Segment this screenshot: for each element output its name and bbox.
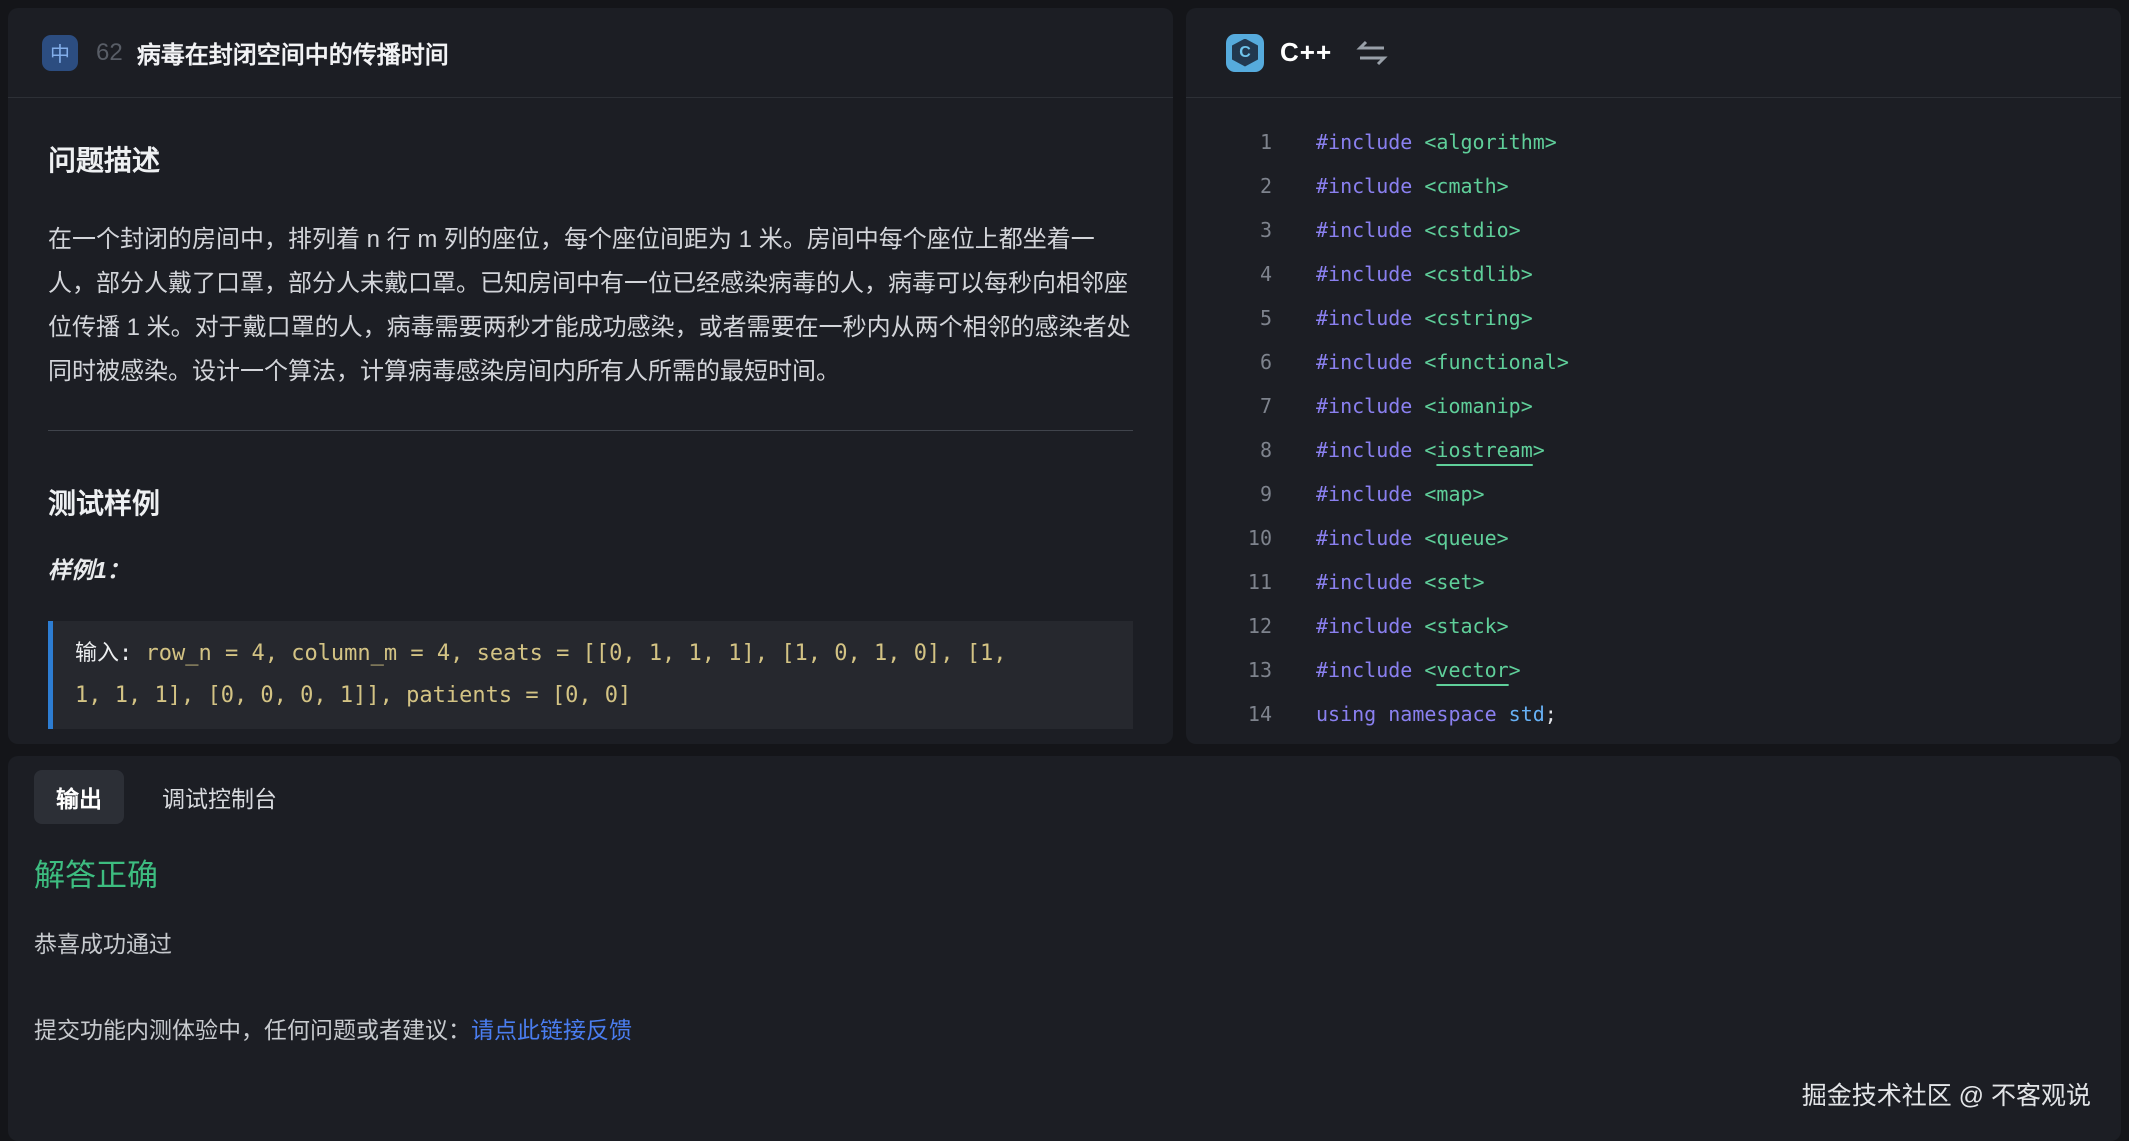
code-text: #include <vector>	[1316, 658, 1521, 682]
code-lines: 1 #include <algorithm> 2 #include <cmath> 3 #…	[1186, 120, 2121, 736]
code-text: #include <algorithm>	[1316, 130, 1557, 154]
cpp-hexagon-icon: C	[1232, 39, 1258, 67]
code-line[interactable]: 5 #include <cstring>	[1186, 296, 2121, 340]
line-number: 12	[1186, 614, 1272, 638]
result-title: 解答正确	[34, 850, 2095, 895]
code-line[interactable]: 13 #include <vector>	[1186, 648, 2121, 692]
examples-heading: 测试样例	[48, 487, 1133, 521]
description-text: 在一个封闭的房间中，排列着 n 行 m 列的座位，每个座位间距为 1 米。房间中…	[48, 218, 1133, 394]
tab-output[interactable]: 输出	[34, 770, 124, 824]
example-input-code: 1, 1, 1], [0, 0, 0, 1]], patients = [0, …	[75, 683, 631, 708]
result-subtitle: 恭喜成功通过	[34, 925, 2095, 959]
problem-number: 62	[96, 39, 123, 67]
code-editor[interactable]: 1 #include <algorithm> 2 #include <cmath> 3 #…	[1186, 98, 2121, 736]
language-label: C++	[1280, 37, 1332, 68]
code-line[interactable]: 8 #include <iostream>	[1186, 428, 2121, 472]
line-number: 5	[1186, 306, 1272, 330]
editor-panel: C C++ 1 #include <algorithm> 2 #include <cm…	[1186, 8, 2121, 744]
problem-title: 病毒在封闭空间中的传播时间	[137, 35, 449, 70]
problem-header: 中 62 病毒在封闭空间中的传播时间	[8, 8, 1173, 98]
code-text: #include <cstdlib>	[1316, 262, 1533, 286]
line-number: 14	[1186, 702, 1272, 726]
code-line[interactable]: 7 #include <iomanip>	[1186, 384, 2121, 428]
line-number: 10	[1186, 526, 1272, 550]
cpp-logo-icon: C	[1226, 34, 1264, 72]
feedback-link[interactable]: 请点此链接反馈	[471, 1017, 632, 1043]
top-row: 中 62 病毒在封闭空间中的传播时间 问题描述 在一个封闭的房间中，排列着 n …	[0, 0, 2129, 744]
feedback-row: 提交功能内测体验中，任何问题或者建议：请点此链接反馈	[34, 1011, 2095, 1045]
code-line[interactable]: 14 using namespace std;	[1186, 692, 2121, 736]
code-text: #include <cstdio>	[1316, 218, 1521, 242]
code-text: #include <map>	[1316, 482, 1485, 506]
code-text: #include <cstring>	[1316, 306, 1533, 330]
swap-language-button[interactable]	[1356, 40, 1388, 66]
output-tabs: 输出调试控制台	[34, 770, 2095, 824]
feedback-text: 提交功能内测体验中，任何问题或者建议：	[34, 1017, 471, 1043]
swap-arrows-icon	[1356, 40, 1388, 66]
line-number: 8	[1186, 438, 1272, 462]
example-input-label: 输入:	[75, 641, 146, 666]
tab-debug-console[interactable]: 调试控制台	[140, 770, 299, 824]
line-number: 4	[1186, 262, 1272, 286]
code-text: #include <queue>	[1316, 526, 1509, 550]
example-input-line: 输入: row_n = 4, column_m = 4, seats = [[0…	[75, 633, 1111, 675]
code-text: #include <iostream>	[1316, 438, 1545, 462]
section-divider	[48, 430, 1133, 431]
code-text: #include <functional>	[1316, 350, 1569, 374]
output-panel: 输出调试控制台 解答正确 恭喜成功通过 提交功能内测体验中，任何问题或者建议：请…	[8, 756, 2121, 1141]
editor-header: C C++	[1186, 8, 2121, 98]
code-line[interactable]: 4 #include <cstdlib>	[1186, 252, 2121, 296]
line-number: 7	[1186, 394, 1272, 418]
code-text: #include <cmath>	[1316, 174, 1509, 198]
code-line[interactable]: 9 #include <map>	[1186, 472, 2121, 516]
code-line[interactable]: 2 #include <cmath>	[1186, 164, 2121, 208]
line-number: 6	[1186, 350, 1272, 374]
code-line[interactable]: 6 #include <functional>	[1186, 340, 2121, 384]
line-number: 2	[1186, 174, 1272, 198]
code-line[interactable]: 11 #include <set>	[1186, 560, 2121, 604]
code-text: using namespace std;	[1316, 702, 1557, 726]
code-line[interactable]: 12 #include <stack>	[1186, 604, 2121, 648]
code-line[interactable]: 10 #include <queue>	[1186, 516, 2121, 560]
watermark: 掘金技术社区 @ 不客观说	[1802, 1076, 2091, 1112]
example-input-block: 输入: row_n = 4, column_m = 4, seats = [[0…	[48, 621, 1133, 729]
code-line[interactable]: 3 #include <cstdio>	[1186, 208, 2121, 252]
code-text: #include <stack>	[1316, 614, 1509, 638]
example-input-line: 1, 1, 1], [0, 0, 0, 1]], patients = [0, …	[75, 675, 1111, 717]
code-text: #include <set>	[1316, 570, 1485, 594]
description-heading: 问题描述	[48, 144, 1133, 178]
line-number: 11	[1186, 570, 1272, 594]
line-number: 1	[1186, 130, 1272, 154]
example-label: 样例1：	[48, 557, 1133, 583]
difficulty-badge: 中	[42, 35, 78, 71]
line-number: 13	[1186, 658, 1272, 682]
problem-body[interactable]: 问题描述 在一个封闭的房间中，排列着 n 行 m 列的座位，每个座位间距为 1 …	[8, 98, 1173, 743]
line-number: 9	[1186, 482, 1272, 506]
problem-panel: 中 62 病毒在封闭空间中的传播时间 问题描述 在一个封闭的房间中，排列着 n …	[8, 8, 1173, 744]
code-line[interactable]: 1 #include <algorithm>	[1186, 120, 2121, 164]
example-input-code: row_n = 4, column_m = 4, seats = [[0, 1,…	[146, 641, 1007, 666]
code-text: #include <iomanip>	[1316, 394, 1533, 418]
line-number: 3	[1186, 218, 1272, 242]
